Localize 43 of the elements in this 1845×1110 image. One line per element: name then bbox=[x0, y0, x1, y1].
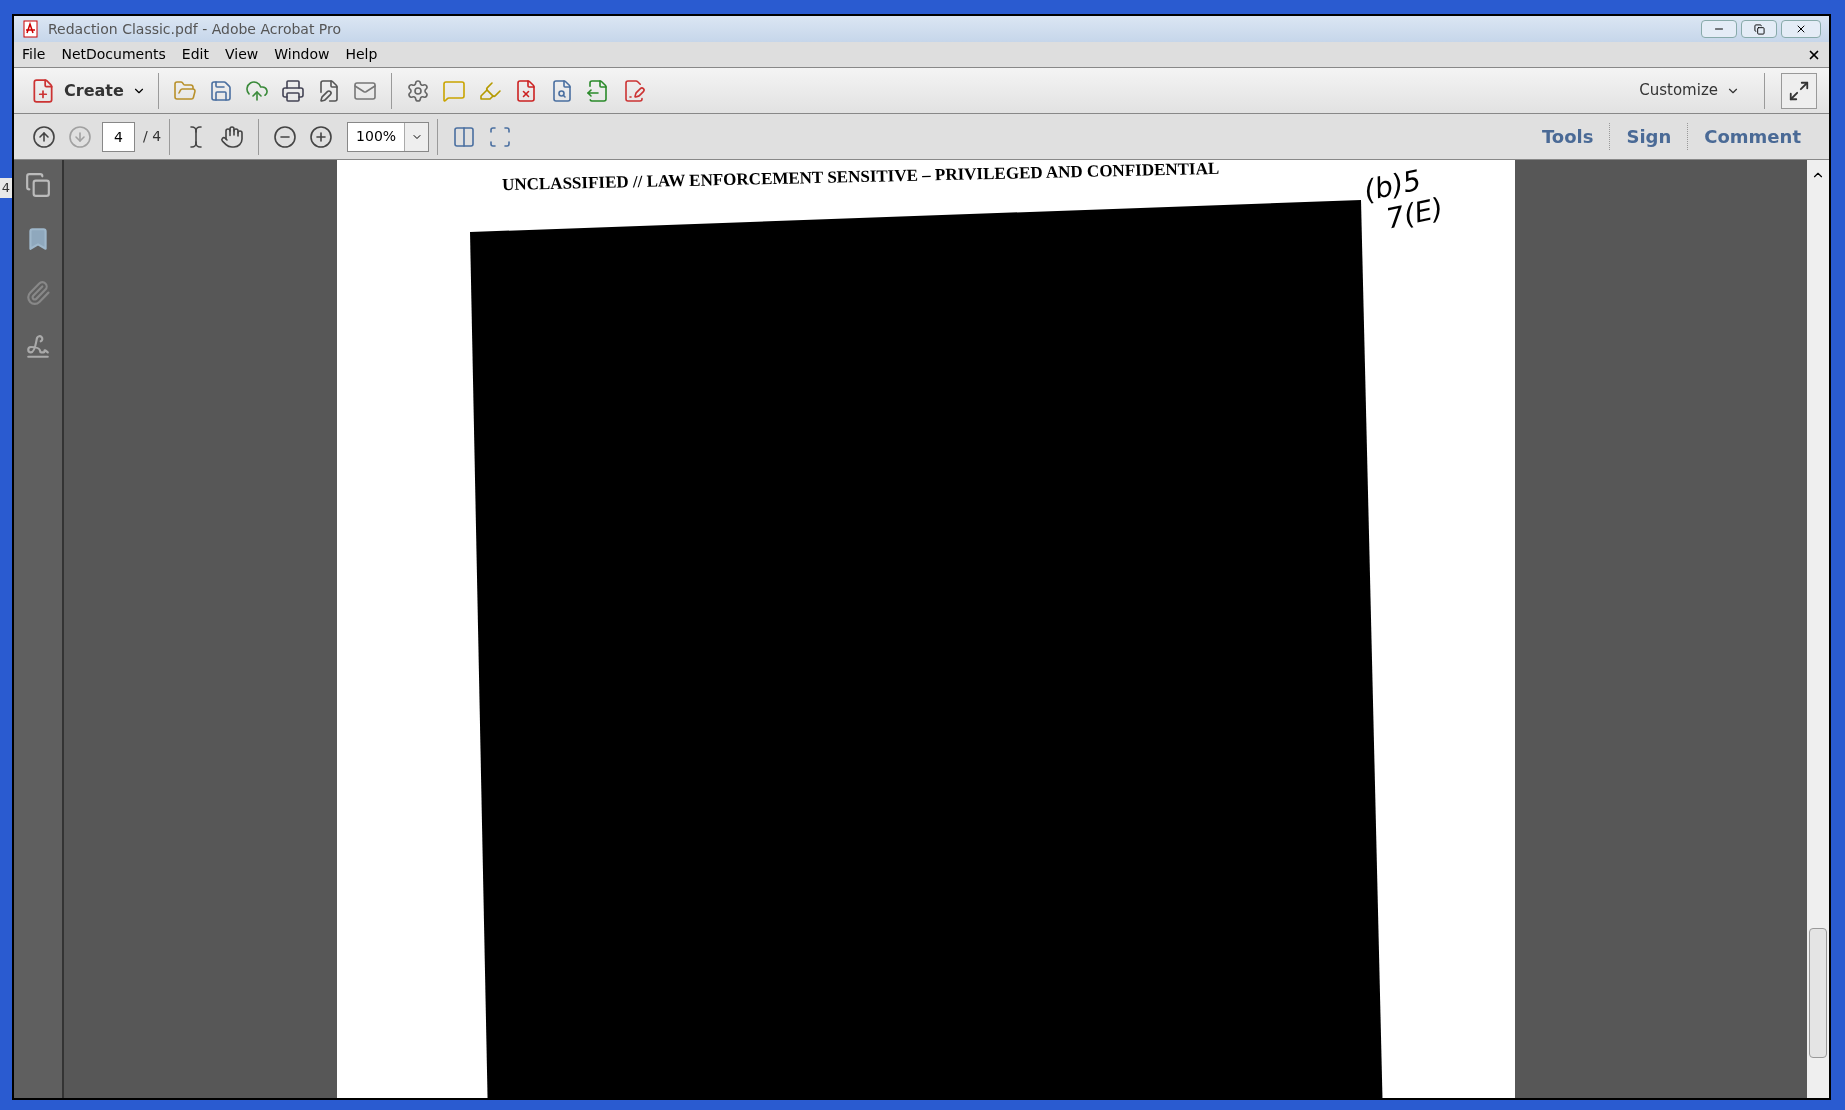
customize-button[interactable]: Customize bbox=[1639, 79, 1740, 102]
menu-item[interactable]: Window bbox=[274, 44, 330, 65]
restore-button[interactable] bbox=[1741, 20, 1777, 38]
pages-icon[interactable] bbox=[25, 172, 51, 198]
save-icon[interactable] bbox=[208, 78, 233, 103]
menu-item[interactable]: View bbox=[224, 44, 259, 65]
expand-button[interactable] bbox=[1781, 72, 1817, 109]
panel-tab[interactable]: Comment bbox=[1687, 123, 1817, 150]
fit-page-icon[interactable] bbox=[488, 124, 513, 149]
expand-icon bbox=[1788, 79, 1810, 102]
fit-width-icon[interactable] bbox=[452, 124, 477, 149]
arrow-up-icon[interactable] bbox=[32, 124, 56, 149]
panel-tab[interactable]: Tools bbox=[1525, 123, 1610, 150]
panel-tab[interactable]: Sign bbox=[1609, 123, 1688, 150]
cloud-upload-icon[interactable] bbox=[244, 78, 269, 103]
close-icon bbox=[1795, 23, 1807, 35]
open-folder-icon[interactable] bbox=[172, 78, 197, 103]
menu-item[interactable]: Help bbox=[345, 44, 378, 65]
handwritten-note: (b)5 7(E) bbox=[1360, 162, 1446, 238]
paperclip-icon[interactable] bbox=[25, 280, 51, 306]
pdf-icon bbox=[22, 20, 40, 38]
background-window: 4 bbox=[0, 178, 12, 198]
create-button[interactable]: Create bbox=[26, 77, 150, 104]
zoom-in-icon[interactable] bbox=[309, 124, 334, 149]
hand-tool-icon[interactable] bbox=[220, 124, 245, 149]
page-number-field[interactable]: 4 bbox=[102, 121, 135, 152]
settings-icon[interactable] bbox=[405, 78, 430, 103]
close-button[interactable] bbox=[1781, 20, 1821, 38]
menu-item[interactable]: NetDocuments bbox=[61, 44, 166, 65]
page-total: / 4 bbox=[143, 127, 162, 146]
restore-icon bbox=[1753, 23, 1765, 35]
window-title: Redaction Classic.pdf - Adobe Acrobat Pro bbox=[48, 19, 342, 39]
minimize-button[interactable] bbox=[1701, 20, 1737, 38]
scrollbar-thumb[interactable] bbox=[1809, 928, 1827, 1058]
page-header: UNCLASSIFIED // LAW ENFORCEMENT SENSITIVE – PRIVILEGED AND CONFIDENTIAL bbox=[501, 160, 1219, 197]
menu-item[interactable]: Edit bbox=[181, 44, 209, 65]
menu-item[interactable]: File bbox=[22, 44, 46, 65]
print-icon[interactable] bbox=[280, 78, 305, 103]
zoom-field[interactable]: 100% bbox=[347, 121, 430, 152]
document-export-icon[interactable] bbox=[585, 78, 610, 103]
zoom-out-icon[interactable] bbox=[273, 124, 298, 149]
new-document-icon bbox=[30, 77, 56, 104]
signature-icon[interactable] bbox=[25, 334, 51, 360]
